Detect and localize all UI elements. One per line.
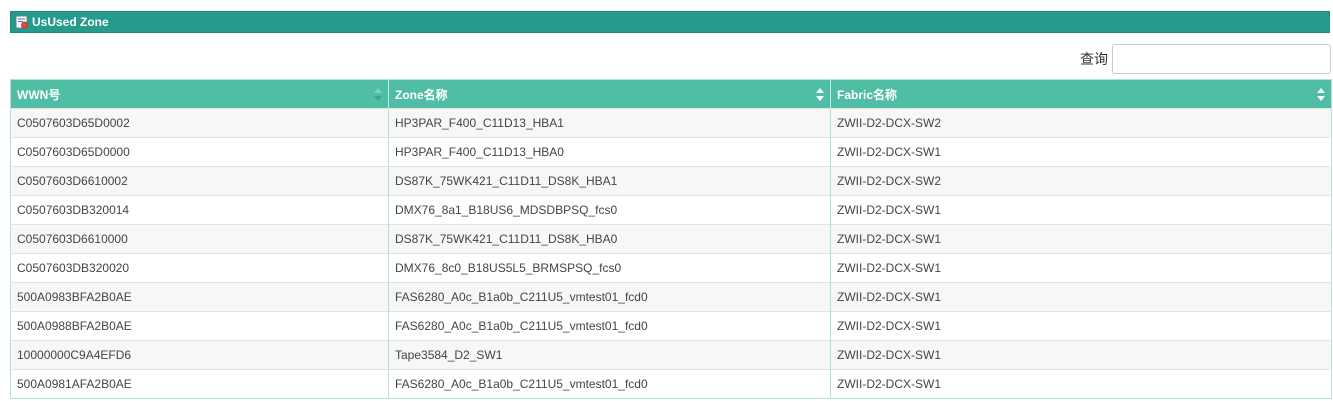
zone-config-icon: [15, 15, 29, 29]
cell-fabric-name: ZWII-D2-DCX-SW1: [830, 224, 1332, 254]
column-header-label: Zone名称: [395, 87, 448, 102]
cell-fabric-name: ZWII-D2-DCX-SW1: [830, 369, 1332, 399]
column-header-wwn[interactable]: WWN号: [10, 79, 389, 109]
table-row[interactable]: 10000000C9A4EFD6 Tape3584_D2_SW1 ZWII-D2…: [10, 340, 1332, 370]
sort-ascending-icon[interactable]: [374, 88, 382, 101]
panel-header: UsUsed Zone: [10, 11, 1330, 33]
cell-fabric-name: ZWII-D2-DCX-SW1: [830, 253, 1332, 283]
table-row[interactable]: 500A0983BFA2B0AE FAS6280_A0c_B1a0b_C211U…: [10, 282, 1332, 312]
cell-zone-name: DS87K_75WK421_C11D11_DS8K_HBA1: [388, 166, 831, 196]
table-row[interactable]: C0507603D6610000 DS87K_75WK421_C11D11_DS…: [10, 224, 1332, 254]
cell-fabric-name: ZWII-D2-DCX-SW1: [830, 311, 1332, 341]
cell-fabric-name: ZWII-D2-DCX-SW1: [830, 282, 1332, 312]
cell-zone-name: FAS6280_A0c_B1a0b_C211U5_vmtest01_fcd0: [388, 369, 831, 399]
table-row[interactable]: 500A0988BFA2B0AE FAS6280_A0c_B1a0b_C211U…: [10, 311, 1332, 341]
cell-fabric-name: ZWII-D2-DCX-SW1: [830, 195, 1332, 225]
search-label: 查询: [1080, 51, 1108, 67]
search-input[interactable]: [1112, 44, 1331, 74]
cell-wwn: 10000000C9A4EFD6: [10, 340, 389, 370]
cell-wwn: C0507603D65D0000: [10, 137, 389, 167]
cell-wwn: C0507603D65D0002: [10, 108, 389, 138]
panel-title: UsUsed Zone: [32, 15, 109, 29]
zone-table: WWN号 Zone名称 Fabric名称 C0507603D65D0002 HP…: [10, 79, 1332, 399]
sort-icon[interactable]: [816, 88, 824, 101]
cell-wwn: C0507603DB320014: [10, 195, 389, 225]
cell-fabric-name: ZWII-D2-DCX-SW1: [830, 340, 1332, 370]
cell-wwn: C0507603DB320020: [10, 253, 389, 283]
column-header-fabric-name[interactable]: Fabric名称: [830, 79, 1332, 109]
table-row[interactable]: C0507603D6610002 DS87K_75WK421_C11D11_DS…: [10, 166, 1332, 196]
table-row[interactable]: 500A0981AFA2B0AE FAS6280_A0c_B1a0b_C211U…: [10, 369, 1332, 399]
table-header-row: WWN号 Zone名称 Fabric名称: [10, 79, 1332, 109]
cell-zone-name: DMX76_8c0_B18US5L5_BRMSPSQ_fcs0: [388, 253, 831, 283]
cell-zone-name: FAS6280_A0c_B1a0b_C211U5_vmtest01_fcd0: [388, 311, 831, 341]
cell-zone-name: HP3PAR_F400_C11D13_HBA0: [388, 137, 831, 167]
table-row[interactable]: C0507603DB320020 DMX76_8c0_B18US5L5_BRMS…: [10, 253, 1332, 283]
column-header-label: Fabric名称: [837, 87, 898, 102]
cell-wwn: 500A0988BFA2B0AE: [10, 311, 389, 341]
cell-fabric-name: ZWII-D2-DCX-SW2: [830, 108, 1332, 138]
column-header-zone-name[interactable]: Zone名称: [388, 79, 831, 109]
cell-zone-name: FAS6280_A0c_B1a0b_C211U5_vmtest01_fcd0: [388, 282, 831, 312]
table-row[interactable]: C0507603DB320014 DMX76_8a1_B18US6_MDSDBP…: [10, 195, 1332, 225]
cell-fabric-name: ZWII-D2-DCX-SW1: [830, 137, 1332, 167]
table-row[interactable]: C0507603D65D0002 HP3PAR_F400_C11D13_HBA1…: [10, 108, 1332, 138]
cell-wwn: C0507603D6610000: [10, 224, 389, 254]
cell-wwn: C0507603D6610002: [10, 166, 389, 196]
cell-wwn: 500A0981AFA2B0AE: [10, 369, 389, 399]
cell-zone-name: DS87K_75WK421_C11D11_DS8K_HBA0: [388, 224, 831, 254]
cell-zone-name: HP3PAR_F400_C11D13_HBA1: [388, 108, 831, 138]
column-header-label: WWN号: [17, 87, 61, 102]
table-row[interactable]: C0507603D65D0000 HP3PAR_F400_C11D13_HBA0…: [10, 137, 1332, 167]
sort-icon[interactable]: [1317, 88, 1325, 101]
cell-wwn: 500A0983BFA2B0AE: [10, 282, 389, 312]
cell-zone-name: Tape3584_D2_SW1: [388, 340, 831, 370]
cell-zone-name: DMX76_8a1_B18US6_MDSDBPSQ_fcs0: [388, 195, 831, 225]
cell-fabric-name: ZWII-D2-DCX-SW2: [830, 166, 1332, 196]
search-area: 查询: [1070, 44, 1331, 74]
